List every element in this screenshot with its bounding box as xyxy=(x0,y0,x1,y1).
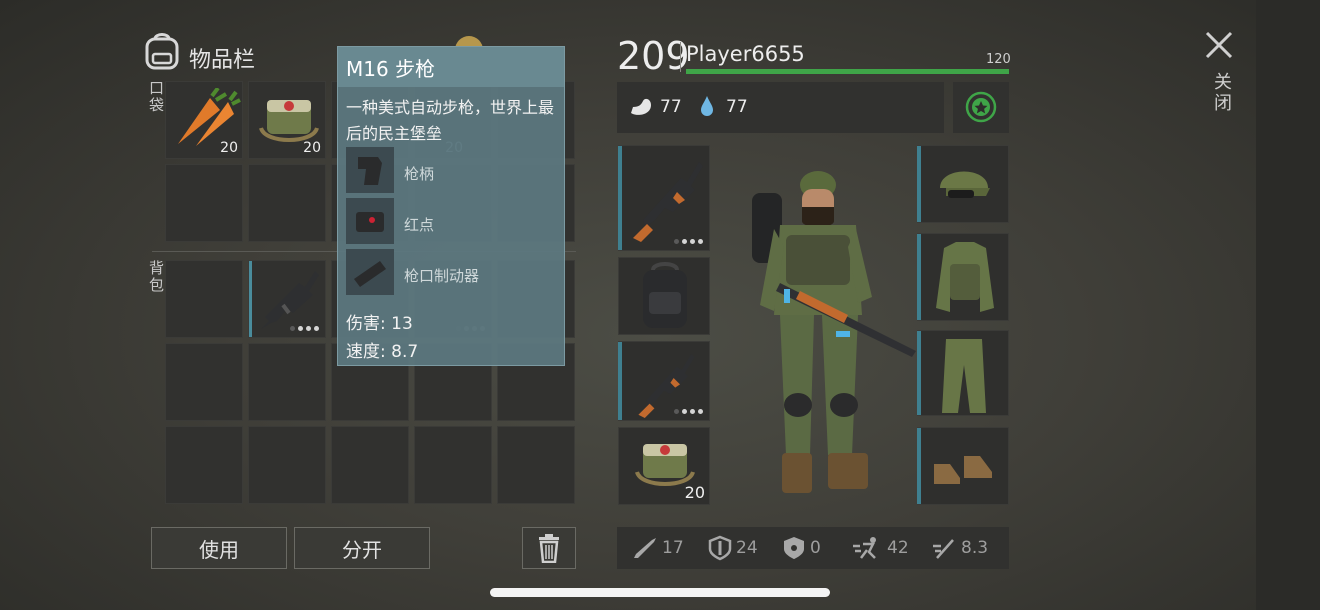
backpack-slot[interactable] xyxy=(331,426,409,504)
armor-shield-icon xyxy=(708,535,732,561)
backpack-slot[interactable] xyxy=(248,343,326,421)
head-slot[interactable] xyxy=(917,145,1009,223)
stomach-icon xyxy=(631,98,651,115)
xp-bar-fill xyxy=(686,69,1009,74)
backpack-slot[interactable] xyxy=(165,426,243,504)
inventory-title: 物品栏 xyxy=(189,48,256,73)
water-value: 77 xyxy=(726,97,748,117)
pocket-slot[interactable]: 20 xyxy=(165,81,243,159)
camo-vest-icon xyxy=(936,242,994,312)
backpack-slot[interactable] xyxy=(248,426,326,504)
player-name: Player6655 xyxy=(686,42,805,66)
stat-melee-damage: 17 xyxy=(632,527,684,569)
water-drop-icon xyxy=(701,96,713,116)
tooltip-description: 一种美式自动步枪，世界上最后的民主堡垒 xyxy=(346,98,555,143)
stat-value: 42 xyxy=(887,538,909,558)
tooltip-title: M16 步枪 xyxy=(338,47,564,87)
attachment-dots xyxy=(290,326,319,331)
close-label: 关闭 xyxy=(1211,72,1232,114)
ak47-rifle-icon xyxy=(633,162,703,242)
tooltip-speed: 速度: 8.7 xyxy=(346,342,419,362)
trash-icon xyxy=(539,534,559,563)
backpack-slot[interactable] xyxy=(414,426,492,504)
pocket-slot[interactable]: 20 xyxy=(248,81,326,159)
xp-value: 120 xyxy=(986,52,1011,67)
backpack-icon xyxy=(643,262,687,328)
body-slot[interactable] xyxy=(917,233,1009,321)
legs-slot[interactable] xyxy=(917,330,1009,416)
star-badge-icon xyxy=(965,91,997,123)
level-divider xyxy=(680,42,681,72)
backpack-slot[interactable] xyxy=(165,343,243,421)
trash-button[interactable] xyxy=(522,527,576,569)
item-count: 20 xyxy=(220,140,238,156)
feet-slot[interactable] xyxy=(917,427,1009,505)
backpack-equip-slot[interactable] xyxy=(618,257,710,335)
skills-button[interactable] xyxy=(953,82,1009,133)
stat-value: 24 xyxy=(736,538,758,558)
melee-damage-icon xyxy=(634,538,656,558)
muzzle-brake-icon xyxy=(354,261,386,287)
mod-slot xyxy=(346,198,394,244)
item-tooltip: M16 步枪 一种美式自动步枪，世界上最后的民主堡垒 枪柄 红点 枪口制动器 伤… xyxy=(337,46,565,366)
attachment-dots xyxy=(674,239,703,244)
primary-weapon-slot[interactable] xyxy=(618,145,710,251)
backpack-icon xyxy=(145,33,179,70)
ak47-rifle-icon xyxy=(638,354,695,418)
backpack-slot[interactable] xyxy=(497,426,575,504)
item-count: 20 xyxy=(303,140,321,156)
mod-slot xyxy=(346,249,394,295)
camo-cap-icon xyxy=(940,171,990,198)
character-model xyxy=(752,171,916,493)
close-button[interactable]: 关闭 xyxy=(1198,28,1240,128)
red-dot-sight-icon xyxy=(356,212,384,232)
pocket-slot[interactable] xyxy=(248,164,326,242)
mod-label: 枪口制动器 xyxy=(404,267,480,285)
attachment-dots xyxy=(674,409,703,414)
carrot-icon xyxy=(178,88,241,146)
backpack-slot-selected[interactable] xyxy=(248,260,326,338)
stat-armor: 24 xyxy=(708,527,758,569)
pocket-slot[interactable] xyxy=(165,164,243,242)
player-level: 209 xyxy=(617,34,690,78)
stat-radiation: 0 xyxy=(782,527,821,569)
stat-value: 8.3 xyxy=(961,538,989,558)
attack-speed-icon xyxy=(933,539,954,559)
radiation-shield-icon xyxy=(784,537,804,559)
xp-bar-track xyxy=(686,69,1009,74)
secondary-weapon-slot[interactable] xyxy=(618,341,710,421)
pocket-label: 口袋 xyxy=(147,80,165,114)
stat-attack-speed: 8.3 xyxy=(931,527,988,569)
stat-value: 0 xyxy=(810,538,821,558)
mod-label: 红点 xyxy=(404,216,435,234)
camo-pants-icon xyxy=(942,339,986,413)
run-speed-icon xyxy=(853,537,876,559)
quick-item-slot[interactable]: 20 xyxy=(618,427,710,505)
tooltip-damage: 伤害: 13 xyxy=(346,314,413,334)
split-button[interactable]: 分开 xyxy=(294,527,430,569)
backpack-label: 背包 xyxy=(147,260,165,294)
use-button[interactable]: 使用 xyxy=(151,527,287,569)
mod-label: 枪柄 xyxy=(404,165,435,183)
boots-icon xyxy=(934,456,992,484)
grip-icon xyxy=(358,157,382,185)
m16-rifle-icon xyxy=(261,271,319,329)
stat-move-speed: 42 xyxy=(853,527,909,569)
close-icon xyxy=(1205,31,1233,59)
item-count: 20 xyxy=(684,483,705,502)
stat-value: 17 xyxy=(662,538,684,558)
right-rail xyxy=(1256,0,1320,610)
backpack-slot[interactable] xyxy=(165,260,243,338)
home-indicator[interactable] xyxy=(490,588,830,597)
food-value: 77 xyxy=(660,97,682,117)
mod-slot xyxy=(346,147,394,193)
